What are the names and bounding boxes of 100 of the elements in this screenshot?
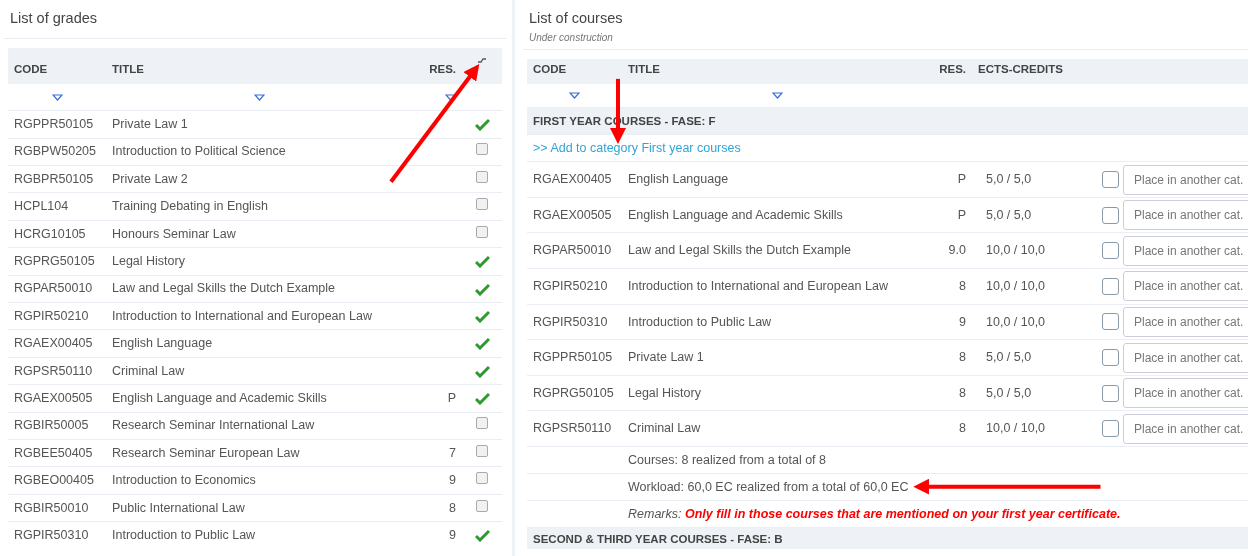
- table-cell: Criminal Law: [622, 410, 932, 447]
- checkmark-icon[interactable]: [474, 529, 490, 543]
- checkbox[interactable]: [476, 198, 488, 211]
- column-header: RES.: [429, 62, 456, 75]
- category-input[interactable]: Place in another cat.: [1123, 413, 1248, 444]
- checkmark-icon[interactable]: [474, 118, 490, 132]
- table-cell: 5,0 / 5,0: [986, 207, 1032, 222]
- table-cell: Introduction to International and European Law: [106, 302, 412, 330]
- column-header: RES.: [939, 62, 966, 75]
- checkmark-icon[interactable]: [474, 282, 490, 296]
- table-cell: Training Debating in English: [106, 192, 412, 221]
- table-cell: 8: [959, 385, 966, 400]
- add-category-link[interactable]: >> Add to category First year courses: [533, 140, 741, 155]
- checkbox[interactable]: [476, 444, 488, 457]
- table-cell: RGAEX00505: [527, 197, 622, 233]
- checkbox[interactable]: [476, 170, 488, 183]
- table-cell: Criminal Law: [106, 357, 412, 385]
- table-cell: 9: [449, 473, 456, 488]
- checkmark-icon[interactable]: [474, 364, 490, 378]
- table-cell: P: [957, 207, 966, 222]
- checkbox[interactable]: [1102, 420, 1119, 438]
- table-cell: English Language: [622, 161, 932, 198]
- category-input[interactable]: Place in another cat.: [1123, 342, 1248, 373]
- table-cell: 7: [449, 445, 456, 460]
- checkmark-icon[interactable]: [474, 337, 490, 351]
- table-cell: HCPL104: [8, 192, 106, 221]
- checkmark-icon[interactable]: [474, 310, 490, 323]
- checkbox[interactable]: [1102, 206, 1119, 224]
- table-cell: Introduction to International and European Law: [622, 268, 932, 305]
- panel-title: List of courses: [528, 9, 624, 28]
- table-cell: RGPSR50110: [8, 357, 106, 385]
- table-cell: Introduction to Political Science: [106, 138, 412, 166]
- checkbox[interactable]: [476, 225, 488, 238]
- checkbox[interactable]: [1102, 277, 1119, 295]
- table-cell: HCRG10105: [8, 220, 106, 248]
- category-input[interactable]: Place in another cat.: [1123, 378, 1248, 409]
- panel-title: List of grades: [9, 9, 99, 28]
- checkbox[interactable]: [1102, 313, 1119, 331]
- column-header: ECTS-CREDITS: [978, 62, 1063, 75]
- column-header: TITLE: [112, 62, 144, 75]
- table-cell: Introduction to Economics: [106, 466, 412, 495]
- filter-icon[interactable]: [569, 92, 580, 100]
- checkbox[interactable]: [1102, 349, 1119, 366]
- table-cell: English Language and Academic Skills: [106, 384, 412, 413]
- table-cell: Law and Legal Skills the Dutch Example: [106, 275, 412, 303]
- table-cell: Law and Legal Skills the Dutch Example: [622, 232, 932, 269]
- filter-icon[interactable]: [253, 93, 265, 101]
- category-input[interactable]: Place in another cat.: [1123, 306, 1248, 337]
- table-cell: RGPPR50105: [527, 339, 622, 376]
- checkbox[interactable]: [476, 417, 488, 430]
- table-cell: RGPIR50310: [8, 521, 106, 549]
- category-input[interactable]: Place in another cat.: [1123, 164, 1248, 195]
- table-cell: 5,0 / 5,0: [986, 385, 1032, 400]
- checkbox[interactable]: [1102, 242, 1119, 260]
- table-cell: RGPRG50105: [527, 375, 622, 411]
- column-header: CODE: [533, 62, 567, 75]
- table-cell: RGAEX00505: [8, 384, 106, 413]
- table-cell: RGPIR50210: [527, 268, 622, 305]
- table-cell: 10,0 / 10,0: [986, 278, 1046, 293]
- table-cell: 8: [959, 278, 966, 293]
- table-cell: Honours Seminar Law: [106, 220, 412, 248]
- category-input[interactable]: Place in another cat.: [1123, 271, 1248, 302]
- category-input[interactable]: Place in another cat.: [1123, 200, 1248, 231]
- table-cell: RGBPW50205: [8, 138, 106, 166]
- table-cell: Private Law 2: [106, 165, 412, 193]
- table-cell: RGBEO00405: [8, 466, 106, 495]
- table-cell: P: [447, 390, 456, 405]
- table-cell: RGPAR50010: [527, 232, 622, 269]
- table-cell: English Language: [106, 329, 412, 358]
- table-cell: RGPRG50105: [8, 247, 106, 276]
- table-cell: RGBEE50405: [8, 439, 106, 467]
- checkmark-icon[interactable]: [474, 255, 490, 269]
- sort-icon[interactable]: [477, 56, 487, 64]
- table-cell: Private Law 1: [622, 339, 932, 376]
- table-cell: 8: [959, 350, 966, 365]
- table-cell: Legal History: [622, 375, 932, 411]
- checkmark-icon[interactable]: [474, 392, 490, 406]
- table-cell: RGPPR50105: [8, 110, 106, 139]
- table-cell: English Language and Academic Skills: [622, 197, 932, 233]
- checkbox[interactable]: [476, 143, 488, 156]
- table-cell: 9: [959, 314, 966, 329]
- table-cell: RGPAR50010: [8, 275, 106, 303]
- table-cell: P: [957, 172, 966, 187]
- table-cell: RGPIR50310: [527, 304, 622, 340]
- filter-icon[interactable]: [771, 92, 783, 100]
- table-cell: 5,0 / 5,0: [986, 172, 1032, 187]
- table-cell: RGBIR50010: [8, 494, 106, 522]
- filter-icon[interactable]: [445, 93, 456, 101]
- category-input[interactable]: Place in another cat.: [1123, 235, 1248, 266]
- checkbox[interactable]: [1102, 384, 1119, 402]
- checkbox[interactable]: [1102, 171, 1119, 189]
- table-cell: 8: [449, 500, 456, 515]
- filter-icon[interactable]: [51, 93, 63, 101]
- remarks-label: Remarks:: [628, 506, 682, 521]
- panel-subtitle: Under construction: [528, 30, 614, 45]
- checkbox[interactable]: [476, 499, 488, 512]
- table-cell: 5,0 / 5,0: [986, 350, 1032, 365]
- checkbox[interactable]: [476, 472, 488, 485]
- remarks-text: Only fill in those courses that are mentioned on your first year certificate.: [684, 506, 1121, 521]
- table-cell: Introduction to Public Law: [622, 304, 932, 340]
